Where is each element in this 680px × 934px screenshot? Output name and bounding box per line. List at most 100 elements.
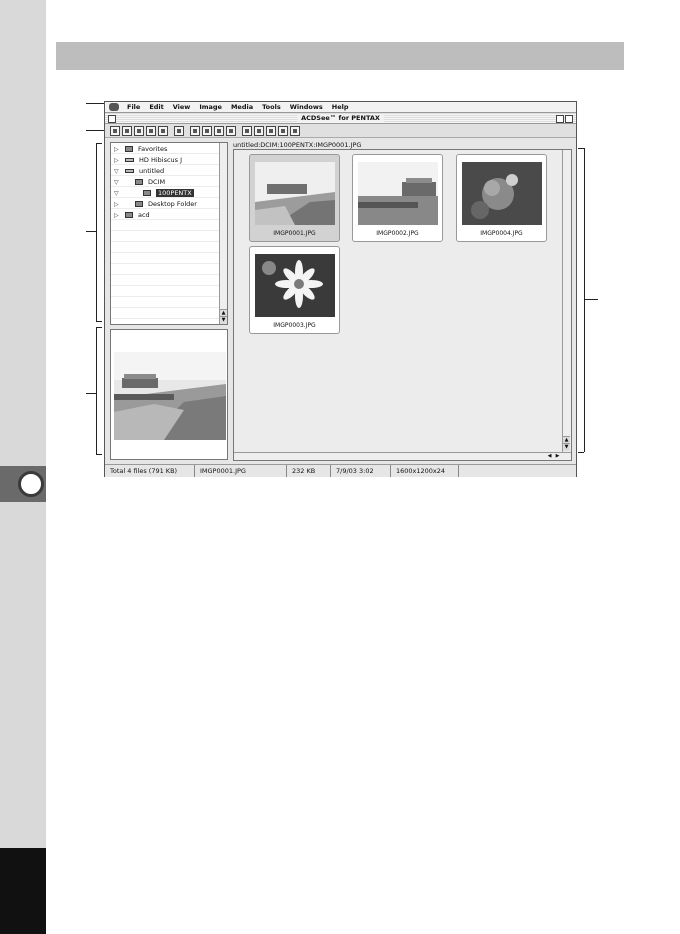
tree-item-label: acd <box>138 211 150 219</box>
menu-tools[interactable]: Tools <box>262 103 281 111</box>
callout-bracket-4-bottom <box>96 454 102 455</box>
folder-icon <box>135 201 143 207</box>
thumbnail-item[interactable]: IMGP0001.JPG <box>249 154 340 242</box>
callout-bracket-5-bottom <box>578 452 584 453</box>
folder-icon <box>125 146 133 152</box>
callout-line-3 <box>86 231 96 232</box>
thumbnail-label: IMGP0002.JPG <box>376 230 419 237</box>
menu-view[interactable]: View <box>173 103 191 111</box>
find-icon[interactable] <box>174 125 184 136</box>
tree-item-acd[interactable]: ▷ acd <box>114 210 150 220</box>
thumbnail-item[interactable]: IMGP0002.JPG <box>352 154 443 242</box>
chapter-badge <box>18 471 44 497</box>
collapse-box-icon[interactable] <box>565 115 573 123</box>
callout-bracket-3 <box>96 143 97 321</box>
status-bar: Total 4 files (791 KB) IMGP0001.JPG 232 … <box>105 464 576 477</box>
browse-icon[interactable] <box>110 125 120 136</box>
window-titlebar[interactable]: ACDSee™ for PENTAX <box>105 113 576 124</box>
thumbnails-icon[interactable] <box>254 125 264 136</box>
callout-bracket-4-top <box>96 327 102 328</box>
thumbnail-label: IMGP0001.JPG <box>273 230 316 237</box>
zoom-box-icon[interactable] <box>556 115 564 123</box>
path-display: untitled:DCIM:100PENTX:IMGP0001.JPG <box>233 141 362 149</box>
apple-menu-icon[interactable] <box>109 103 119 111</box>
details-icon[interactable] <box>278 125 288 136</box>
scroll-down-icon[interactable]: ▼ <box>220 316 227 324</box>
callout-line-4 <box>86 393 96 394</box>
print-icon[interactable] <box>202 125 212 136</box>
view-icon[interactable] <box>190 125 200 136</box>
preview-pane <box>110 329 228 460</box>
collapse-arrow-icon[interactable]: ▽ <box>114 179 120 186</box>
expand-arrow-icon[interactable]: ▷ <box>114 146 120 153</box>
menu-windows[interactable]: Windows <box>290 103 323 111</box>
status-date: 7/9/03 3:02 <box>331 465 391 477</box>
info-icon[interactable] <box>226 125 236 136</box>
thumbnail-image <box>255 162 335 225</box>
menu-image[interactable]: Image <box>199 103 222 111</box>
tree-item-dcim[interactable]: ▽ DCIM <box>114 177 165 187</box>
move-icon[interactable] <box>146 125 156 136</box>
drive-icon <box>125 158 134 162</box>
page-corner-block <box>0 848 46 934</box>
scroll-right-icon[interactable]: ▶ <box>554 453 561 460</box>
callout-line-5 <box>584 299 598 300</box>
thumbnail-label: IMGP0004.JPG <box>480 230 523 237</box>
expand-arrow-icon[interactable]: ▷ <box>114 157 120 164</box>
close-box-icon[interactable] <box>108 115 116 123</box>
menu-bar: File Edit View Image Media Tools Windows… <box>105 102 576 113</box>
thumbnail-image <box>462 162 542 225</box>
menu-file[interactable]: File <box>127 103 140 111</box>
tree-item-desktop-folder[interactable]: ▷ Desktop Folder <box>114 199 197 209</box>
callout-bracket-3-bottom <box>96 321 102 322</box>
tree-item-100pentx[interactable]: ▽ 100PENTX <box>114 188 194 198</box>
folder-icon <box>135 179 143 185</box>
menu-edit[interactable]: Edit <box>149 103 163 111</box>
status-filename: IMGP0001.JPG <box>195 465 287 477</box>
menu-media[interactable]: Media <box>231 103 253 111</box>
collapse-arrow-icon[interactable]: ▽ <box>114 168 120 175</box>
delete-icon[interactable] <box>158 125 168 136</box>
tree-item-hd-hibiscus[interactable]: ▷ HD Hibiscus J <box>114 155 182 165</box>
callout-bracket-3-top <box>96 143 102 144</box>
scroll-left-icon[interactable]: ◀ <box>546 453 553 460</box>
tree-item-label: HD Hibiscus J <box>139 156 183 164</box>
callout-bracket-5-top <box>578 148 584 149</box>
slideshow-icon[interactable] <box>214 125 224 136</box>
acdsee-window: File Edit View Image Media Tools Windows… <box>104 101 577 477</box>
browser-horizontal-scrollbar[interactable]: ◀ ▶ <box>234 452 571 460</box>
tree-item-untitled[interactable]: ▽ untitled <box>114 166 164 176</box>
folder-icon <box>143 190 151 196</box>
tree-item-favorites[interactable]: ▷ Favorites <box>114 144 167 154</box>
scroll-down-icon[interactable]: ▼ <box>563 443 570 451</box>
copy-icon[interactable] <box>134 125 144 136</box>
large-icon[interactable] <box>290 125 300 136</box>
section-header-band <box>56 42 624 70</box>
preview-image <box>114 352 226 440</box>
list-icon[interactable] <box>266 125 276 136</box>
thumbnail-image <box>255 254 335 317</box>
status-empty <box>459 465 576 477</box>
tree-item-label: 100PENTX <box>156 189 194 197</box>
tree-item-label: Desktop Folder <box>148 200 197 208</box>
status-total: Total 4 files (791 KB) <box>105 465 195 477</box>
menu-help[interactable]: Help <box>332 103 349 111</box>
properties-icon[interactable] <box>242 125 252 136</box>
thumbnail-item[interactable]: IMGP0003.JPG <box>249 246 340 334</box>
folder-tree: ▷ Favorites ▷ HD Hibiscus J ▽ untitled ▽… <box>110 142 228 325</box>
thumbnail-image <box>358 162 438 225</box>
tree-scrollbar[interactable]: ▲ ▼ <box>219 143 227 324</box>
callout-bracket-5 <box>584 148 585 452</box>
folder-icon <box>125 212 133 218</box>
expand-arrow-icon[interactable]: ▷ <box>114 212 120 219</box>
callout-line-1 <box>86 103 104 104</box>
collapse-arrow-icon[interactable]: ▽ <box>114 190 120 197</box>
thumbnail-item[interactable]: IMGP0004.JPG <box>456 154 547 242</box>
browser-vertical-scrollbar[interactable]: ▲ ▼ <box>562 150 571 460</box>
drive-icon <box>125 169 134 173</box>
expand-arrow-icon[interactable]: ▷ <box>114 201 120 208</box>
open-icon[interactable] <box>122 125 132 136</box>
status-filesize: 232 KB <box>287 465 331 477</box>
status-dimensions: 1600x1200x24 <box>391 465 459 477</box>
window-title: ACDSee™ for PENTAX <box>297 114 384 122</box>
